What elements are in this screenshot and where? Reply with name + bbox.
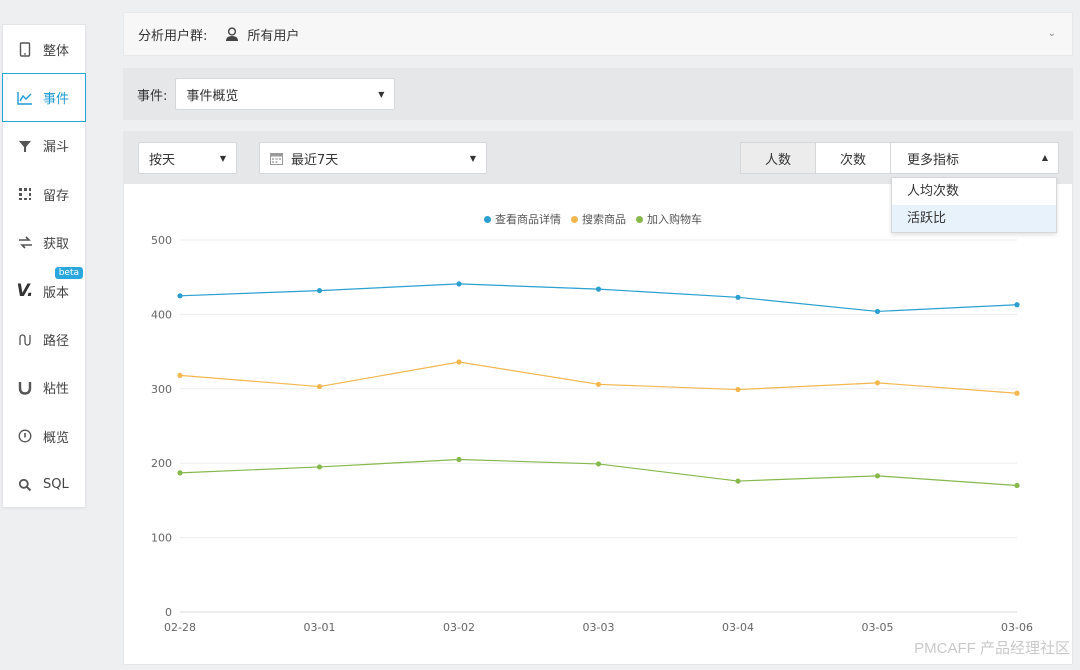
sidebar-item-label: 漏斗 (43, 140, 70, 156)
sidebar-item-overview[interactable]: 概览 (3, 412, 85, 460)
sidebar-item-label: 概览 (43, 430, 70, 446)
event-filter-bar: 事件: 事件概览 ▼ (123, 68, 1073, 120)
line-chart-icon (17, 90, 33, 106)
y-tick-label: 500 (151, 234, 172, 247)
event-select[interactable]: 事件概览 ▼ (175, 78, 396, 110)
transfer-icon (17, 235, 33, 251)
data-point (874, 380, 881, 386)
event-select-value: 事件概览 (186, 88, 239, 104)
more-metrics-label: 更多指标 (907, 152, 960, 168)
sidebar-item-overall[interactable]: 整体 (3, 25, 85, 73)
y-tick-label: 300 (151, 383, 172, 396)
caret-up-icon: ▲ (1041, 153, 1048, 162)
tab-users-label: 人数 (764, 152, 791, 168)
data-point (595, 381, 602, 387)
data-point (735, 478, 741, 484)
sidebar-item-funnel[interactable]: 漏斗 (3, 122, 85, 170)
phone-icon (17, 41, 33, 57)
x-tick-label: 03-05 (862, 621, 894, 634)
data-point (595, 461, 602, 467)
sidebar-item-label: 事件 (43, 92, 70, 108)
user-group-value: 所有用户 (247, 28, 300, 44)
data-point (874, 308, 881, 315)
magnet-icon (17, 380, 33, 396)
data-point (316, 464, 323, 470)
caret-down-icon: ▼ (219, 154, 226, 163)
event-label: 事件: (137, 88, 168, 104)
path-icon (17, 332, 33, 348)
dropdown-option-active-ratio[interactable]: 活跃比 (892, 205, 1056, 232)
caret-down-icon: ▼ (378, 90, 385, 99)
dropdown-option-avg-count[interactable]: 人均次数 (892, 178, 1056, 205)
data-point (177, 470, 183, 476)
y-tick-label: 400 (151, 308, 172, 321)
gauge-icon (17, 428, 33, 444)
data-point (316, 383, 323, 390)
sidebar-item-stickiness[interactable]: 粘性 (3, 364, 85, 412)
more-metrics-select[interactable]: 更多指标 ▲ (890, 142, 1059, 174)
x-tick-label: 03-02 (443, 621, 475, 634)
caret-down-icon: ▼ (469, 154, 476, 163)
data-point (177, 293, 183, 299)
sidebar-item-label: 整体 (43, 43, 70, 59)
grid-icon (17, 186, 33, 202)
y-tick-label: 200 (151, 457, 172, 470)
data-point (1014, 482, 1020, 489)
data-point (177, 372, 183, 379)
granularity-select[interactable]: 按天 ▼ (138, 142, 237, 174)
x-tick-label: 03-04 (722, 621, 754, 634)
data-point (595, 286, 602, 292)
x-tick-label: 03-06 (1001, 621, 1033, 634)
search-icon (17, 477, 33, 493)
sidebar-item-retention[interactable]: 留存 (3, 170, 85, 218)
data-point (735, 294, 741, 300)
user-group-filter[interactable]: 分析用户群: 所有用户 ⌄ (123, 12, 1073, 56)
user-group-label: 分析用户群: (138, 28, 208, 44)
data-point (1014, 390, 1020, 396)
version-icon: V. (16, 281, 34, 302)
sidebar-item-label: 留存 (43, 188, 70, 204)
sidebar-item-path[interactable]: 路径 (3, 315, 85, 363)
funnel-icon (17, 138, 33, 154)
user-icon (225, 26, 241, 42)
date-range-value: 最近7天 (291, 152, 339, 168)
line-chart: 0 100 200 300 400 500 02-28 03-01 03-02 03-03 03-0… (151, 234, 1033, 634)
data-point (874, 473, 881, 479)
data-point (316, 287, 323, 294)
sidebar-item-sql[interactable]: SQL (3, 461, 85, 509)
sidebar-item-label: 粘性 (43, 382, 70, 398)
x-tick-label: 03-01 (304, 621, 336, 634)
y-tick-label: 100 (151, 532, 172, 545)
sidebar-item-label: 版本 (43, 285, 70, 301)
sidebar-item-label: 获取 (43, 237, 70, 253)
sidebar-item-acquisition[interactable]: 获取 (3, 219, 85, 267)
data-point (456, 359, 462, 365)
sidebar-item-events[interactable]: 事件 (2, 73, 86, 122)
calendar-icon (270, 152, 283, 165)
tab-counts-label: 次数 (839, 152, 866, 168)
data-point (735, 386, 741, 393)
x-tick-label: 02-28 (164, 621, 196, 634)
y-tick-label: 0 (165, 606, 172, 619)
data-point (456, 456, 462, 463)
sidebar-item-label: SQL (43, 477, 69, 493)
tab-counts[interactable]: 次数 (815, 142, 891, 174)
sidebar: 整体 事件 漏斗 留存 获取 V. 版本 beta 路径 粘性 概览 SQL (2, 24, 86, 508)
date-range-select[interactable]: 最近7天 ▼ (259, 142, 487, 174)
watermark: PMCAFF 产品经理社区 (914, 640, 1070, 657)
chevron-down-icon[interactable]: ⌄ (1048, 28, 1056, 39)
data-point (456, 281, 462, 287)
more-metrics-dropdown: 人均次数 活跃比 (891, 177, 1057, 233)
sidebar-item-label: 路径 (43, 334, 70, 350)
tab-users[interactable]: 人数 (740, 142, 816, 174)
data-point (1014, 302, 1020, 308)
x-tick-label: 03-03 (583, 621, 615, 634)
sidebar-item-version[interactable]: V. 版本 beta (3, 266, 85, 315)
granularity-value: 按天 (149, 152, 176, 168)
beta-badge: beta (54, 266, 83, 279)
